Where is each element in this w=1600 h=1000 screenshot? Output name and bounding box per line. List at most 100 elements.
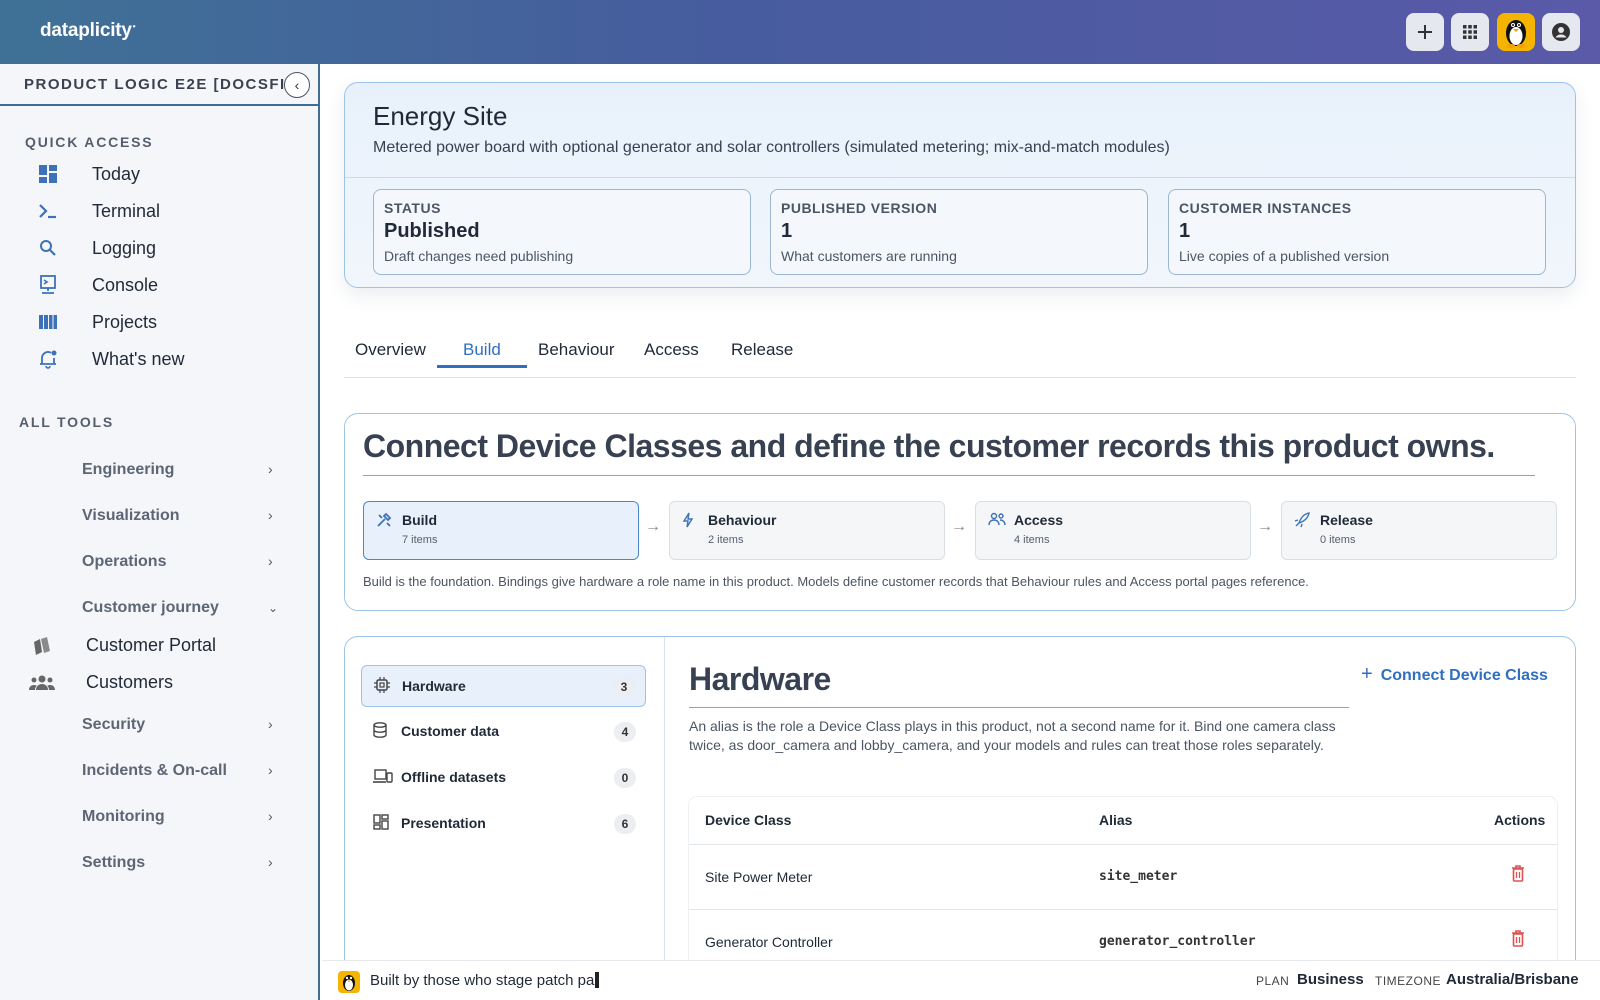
product-summary-card: Energy Site Metered power board with opt… — [344, 82, 1576, 288]
chevron-right-icon: › — [268, 553, 273, 569]
divider — [345, 177, 1575, 178]
arrow-right-icon: → — [951, 518, 967, 535]
sidebar-group-monitoring[interactable]: Monitoring › — [0, 803, 290, 833]
people-icon — [988, 512, 1006, 530]
database-icon — [373, 722, 387, 743]
section-description: An alias is the role a Device Class play… — [689, 718, 1336, 753]
status-card: STATUS Published Draft changes need publ… — [373, 189, 751, 275]
published-version-card: PUBLISHED VERSION 1 What customers are r… — [770, 189, 1148, 275]
active-tab-indicator — [437, 365, 527, 368]
flow-description: Build is the foundation. Bindings give h… — [363, 574, 1309, 589]
chevron-right-icon: › — [268, 854, 273, 870]
chevron-right-icon: › — [268, 808, 273, 824]
sidebar-item-terminal[interactable]: Terminal — [36, 196, 296, 226]
page-title: Energy Site — [373, 101, 508, 131]
plan-value: Business — [1297, 971, 1364, 988]
customer-instances-card: CUSTOMER INSTANCES 1 Live copies of a pu… — [1168, 189, 1546, 275]
page-subtitle: Metered power board with optional genera… — [373, 139, 1170, 156]
sidebar-item-logging[interactable]: Logging — [36, 233, 296, 263]
plus-icon[interactable] — [1406, 13, 1444, 51]
project-selector[interactable]: PRODUCT LOGIC E2E [DOCSFIN ‹ — [0, 64, 318, 106]
app-logo[interactable]: dataplicity• — [40, 20, 136, 42]
tab-access[interactable]: Access — [644, 340, 699, 360]
sidebar-group-incidents[interactable]: Incidents & On-call › — [0, 757, 290, 787]
penguin-avatar-icon[interactable] — [1497, 13, 1535, 51]
terminal-icon — [36, 199, 60, 223]
connect-device-class-button[interactable]: + Connect Device Class — [1361, 663, 1548, 686]
step-behaviour[interactable]: Behaviour 2 items — [669, 501, 945, 560]
sidebar-item-customers[interactable]: Customers — [28, 668, 298, 698]
timezone-value: Australia/Brisbane — [1446, 971, 1579, 988]
tab-build[interactable]: Build — [463, 340, 501, 360]
dashboard-icon — [373, 814, 389, 835]
sidebar-group-settings[interactable]: Settings › — [0, 849, 290, 879]
tools-icon — [376, 512, 392, 532]
projects-icon — [36, 310, 60, 334]
status-footer: Built by those who stage patch pa PLAN B… — [322, 960, 1600, 1000]
chevron-right-icon: › — [268, 507, 273, 523]
category-customer-data[interactable]: Customer data 4 — [361, 711, 646, 753]
quick-access-heading: QUICK ACCESS — [25, 134, 154, 150]
status-value: Published — [384, 220, 480, 242]
category-hardware[interactable]: Hardware 3 — [361, 665, 646, 707]
table-header: Device Class Alias Actions — [689, 797, 1557, 845]
sidebar-item-projects[interactable]: Projects — [36, 307, 296, 337]
sidebar-item-console[interactable]: Console — [36, 270, 296, 300]
divider — [363, 475, 1535, 476]
sidebar-item-whats-new[interactable]: What's new — [36, 344, 296, 374]
console-icon — [36, 273, 60, 297]
dashboard-icon — [36, 162, 60, 186]
sidebar-item-today[interactable]: Today — [36, 159, 296, 189]
category-presentation[interactable]: Presentation 6 — [361, 803, 646, 845]
plus-icon: + — [1361, 663, 1373, 685]
bolt-icon — [682, 512, 694, 532]
portal-icon — [28, 634, 56, 658]
all-tools-heading: ALL TOOLS — [19, 414, 115, 430]
project-name: PRODUCT LOGIC E2E [DOCSFIN — [24, 76, 286, 93]
build-detail-card: Hardware 3 Customer data 4 Offline datas… — [344, 636, 1576, 1000]
step-release[interactable]: Release 0 items — [1281, 501, 1557, 560]
build-flow-card: Connect Device Classes and define the cu… — [344, 413, 1576, 611]
footer-tagline: Built by those who stage patch pa — [370, 972, 600, 989]
published-version-value: 1 — [781, 220, 793, 242]
step-access[interactable]: Access 4 items — [975, 501, 1251, 560]
table-row: Site Power Meter site_meter — [689, 845, 1557, 910]
trash-icon[interactable] — [1511, 929, 1527, 951]
sidebar-group-engineering[interactable]: Engineering › — [0, 456, 290, 486]
chip-icon — [374, 677, 390, 698]
search-icon — [36, 236, 60, 260]
top-bar: dataplicity• — [0, 0, 1600, 64]
sidebar-item-customer-portal[interactable]: Customer Portal — [28, 631, 298, 661]
build-category-list: Hardware 3 Customer data 4 Offline datas… — [345, 637, 665, 1000]
tab-overview[interactable]: Overview — [355, 340, 426, 360]
arrow-right-icon: → — [645, 518, 661, 535]
chevron-down-icon: ⌄ — [268, 601, 279, 615]
sidebar-group-security[interactable]: Security › — [0, 711, 290, 741]
category-offline-datasets[interactable]: Offline datasets 0 — [361, 757, 646, 799]
people-icon — [28, 671, 56, 695]
divider — [689, 707, 1349, 708]
account-icon[interactable] — [1542, 13, 1580, 51]
penguin-icon — [338, 971, 360, 993]
chevron-left-icon: ‹ — [294, 77, 300, 93]
step-build[interactable]: Build 7 items — [363, 501, 639, 560]
arrow-right-icon: → — [1257, 518, 1273, 535]
customer-instances-value: 1 — [1179, 220, 1191, 242]
collapse-sidebar-button[interactable]: ‹ — [284, 72, 310, 98]
tab-behaviour[interactable]: Behaviour — [538, 340, 615, 360]
chevron-right-icon: › — [268, 762, 273, 778]
sidebar-group-visualization[interactable]: Visualization › — [0, 502, 290, 532]
chevron-right-icon: › — [268, 716, 273, 732]
devices-icon — [373, 768, 393, 789]
tab-bar: Overview Build Behaviour Access Release — [344, 330, 1576, 378]
bindings-table: Device Class Alias Actions Site Power Me… — [689, 797, 1557, 975]
section-title: Hardware — [689, 661, 831, 697]
tab-release[interactable]: Release — [731, 340, 793, 360]
grid-icon[interactable] — [1451, 13, 1489, 51]
trash-icon[interactable] — [1511, 864, 1527, 886]
sidebar-group-operations[interactable]: Operations › — [0, 548, 290, 578]
sidebar: PRODUCT LOGIC E2E [DOCSFIN ‹ QUICK ACCES… — [0, 64, 320, 1000]
sidebar-group-customer-journey[interactable]: Customer journey ⌄ — [0, 594, 290, 624]
text-cursor — [595, 972, 600, 988]
chevron-right-icon: › — [268, 461, 273, 477]
